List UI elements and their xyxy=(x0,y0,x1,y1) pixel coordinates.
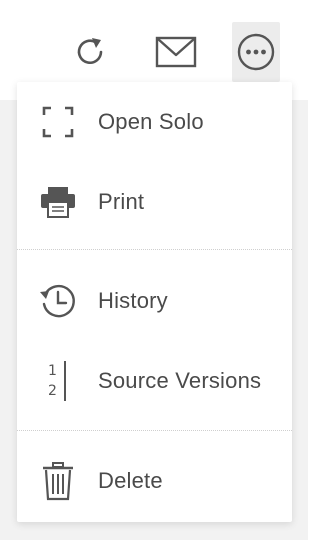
refresh-icon xyxy=(70,32,110,72)
more-options-menu: Open Solo Print History 1 2 Source Versi… xyxy=(17,82,292,522)
mail-icon xyxy=(155,35,197,69)
app-page: Open Solo Print History 1 2 Source Versi… xyxy=(0,0,308,540)
menu-item-label: History xyxy=(98,288,168,313)
menu-item-history[interactable]: History xyxy=(17,263,292,339)
source-versions-icon: 1 2 xyxy=(37,360,79,402)
menu-item-open-solo[interactable]: Open Solo xyxy=(17,84,292,160)
menu-item-label: Delete xyxy=(98,468,163,493)
more-options-button[interactable] xyxy=(232,22,280,82)
refresh-button[interactable] xyxy=(66,22,114,82)
fullscreen-icon xyxy=(37,101,79,143)
mail-button[interactable] xyxy=(152,22,200,82)
version-number-1: 1 xyxy=(48,363,57,379)
menu-item-label: Print xyxy=(98,189,145,214)
more-options-icon xyxy=(236,32,276,72)
version-number-2: 2 xyxy=(48,383,57,399)
menu-item-print[interactable]: Print xyxy=(17,164,292,240)
menu-divider xyxy=(17,430,292,431)
menu-item-delete[interactable]: Delete xyxy=(17,443,292,519)
trash-icon xyxy=(37,460,79,502)
menu-item-source-versions[interactable]: 1 2 Source Versions xyxy=(17,343,292,419)
menu-item-label: Open Solo xyxy=(98,109,204,134)
printer-icon xyxy=(37,181,79,223)
history-icon xyxy=(37,280,79,322)
menu-divider xyxy=(17,249,292,250)
menu-item-label: Source Versions xyxy=(98,368,262,393)
